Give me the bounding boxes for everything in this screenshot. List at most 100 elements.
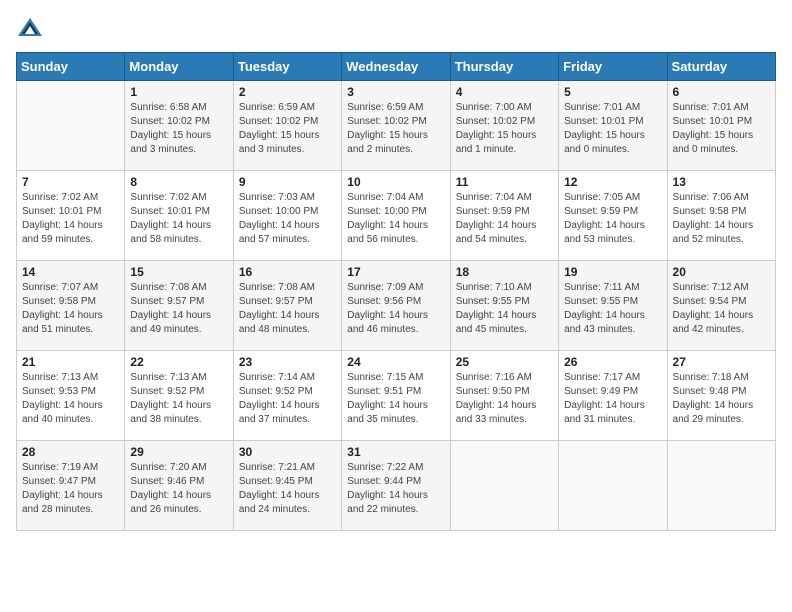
calendar-cell: 18Sunrise: 7:10 AM Sunset: 9:55 PM Dayli… — [450, 261, 558, 351]
day-content: Sunrise: 7:09 AM Sunset: 9:56 PM Dayligh… — [347, 281, 444, 337]
calendar-cell: 31 Sunrise: 7:22 AM Sunset: 9:44 PM Dayli… — [342, 441, 450, 531]
calendar-cell — [450, 441, 558, 531]
day-content: Sunrise: 7:15 AM Sunset: 9:51 PM Dayligh… — [347, 371, 444, 427]
calendar-cell: 6 Sunrise: 7:01 AM Sunset: 10:01 PM Dayli… — [667, 81, 775, 171]
day-number: 17 — [347, 265, 444, 279]
calendar-cell: 28 Sunrise: 7:19 AM Sunset: 9:47 PM Dayli… — [17, 441, 125, 531]
day-number: 13 — [673, 175, 770, 189]
calendar-cell: 14Sunrise: 7:07 AM Sunset: 9:58 PM Dayli… — [17, 261, 125, 351]
calendar-cell: 26 Sunrise: 7:17 AM Sunset: 9:49 PM Dayli… — [559, 351, 667, 441]
day-content: Sunrise: 6:58 AM Sunset: 10:02 PM Daylig… — [130, 101, 227, 157]
day-content: Sunrise: 6:59 AM Sunset: 10:02 PM Daylig… — [239, 101, 336, 157]
day-content: Sunrise: 6:59 AM Sunset: 10:02 PM Daylig… — [347, 101, 444, 157]
day-number: 7 — [22, 175, 119, 189]
day-number: 5 — [564, 85, 661, 99]
calendar-cell: 4 Sunrise: 7:00 AM Sunset: 10:02 PM Dayli… — [450, 81, 558, 171]
day-content: Sunrise: 7:08 AM Sunset: 9:57 PM Dayligh… — [130, 281, 227, 337]
calendar-cell: 1Sunrise: 6:58 AM Sunset: 10:02 PM Dayli… — [125, 81, 233, 171]
calendar-table: SundayMondayTuesdayWednesdayThursdayFrid… — [16, 52, 776, 531]
day-content: Sunrise: 7:20 AM Sunset: 9:46 PM Dayligh… — [130, 461, 227, 517]
day-content: Sunrise: 7:05 AM Sunset: 9:59 PM Dayligh… — [564, 191, 661, 247]
weekday-header: Saturday — [667, 53, 775, 81]
calendar-cell: 9 Sunrise: 7:03 AM Sunset: 10:00 PM Dayli… — [233, 171, 341, 261]
day-content: Sunrise: 7:01 AM Sunset: 10:01 PM Daylig… — [564, 101, 661, 157]
weekday-header: Monday — [125, 53, 233, 81]
day-content: Sunrise: 7:22 AM Sunset: 9:44 PM Dayligh… — [347, 461, 444, 517]
day-content: Sunrise: 7:02 AM Sunset: 10:01 PM Daylig… — [130, 191, 227, 247]
day-number: 12 — [564, 175, 661, 189]
day-content: Sunrise: 7:06 AM Sunset: 9:58 PM Dayligh… — [673, 191, 770, 247]
day-content: Sunrise: 7:21 AM Sunset: 9:45 PM Dayligh… — [239, 461, 336, 517]
day-content: Sunrise: 7:13 AM Sunset: 9:53 PM Dayligh… — [22, 371, 119, 427]
calendar-cell: 8Sunrise: 7:02 AM Sunset: 10:01 PM Dayli… — [125, 171, 233, 261]
calendar-cell: 10 Sunrise: 7:04 AM Sunset: 10:00 PM Dayl… — [342, 171, 450, 261]
calendar-cell: 15 Sunrise: 7:08 AM Sunset: 9:57 PM Dayli… — [125, 261, 233, 351]
day-number: 18 — [456, 265, 553, 279]
day-content: Sunrise: 7:16 AM Sunset: 9:50 PM Dayligh… — [456, 371, 553, 427]
calendar-cell: 27 Sunrise: 7:18 AM Sunset: 9:48 PM Dayli… — [667, 351, 775, 441]
day-number: 24 — [347, 355, 444, 369]
calendar-cell: 3 Sunrise: 6:59 AM Sunset: 10:02 PM Dayli… — [342, 81, 450, 171]
day-number: 10 — [347, 175, 444, 189]
calendar-body: 1Sunrise: 6:58 AM Sunset: 10:02 PM Dayli… — [17, 81, 776, 531]
calendar-cell: 13 Sunrise: 7:06 AM Sunset: 9:58 PM Dayli… — [667, 171, 775, 261]
calendar-cell: 16 Sunrise: 7:08 AM Sunset: 9:57 PM Dayli… — [233, 261, 341, 351]
day-number: 26 — [564, 355, 661, 369]
page-header — [16, 16, 776, 44]
weekday-header: Thursday — [450, 53, 558, 81]
calendar-cell: 29 Sunrise: 7:20 AM Sunset: 9:46 PM Dayli… — [125, 441, 233, 531]
day-number: 30 — [239, 445, 336, 459]
calendar-cell: 24 Sunrise: 7:15 AM Sunset: 9:51 PM Dayli… — [342, 351, 450, 441]
day-number: 20 — [673, 265, 770, 279]
calendar-week-row: 21 Sunrise: 7:13 AM Sunset: 9:53 PM Dayli… — [17, 351, 776, 441]
day-number: 27 — [673, 355, 770, 369]
day-content: Sunrise: 7:18 AM Sunset: 9:48 PM Dayligh… — [673, 371, 770, 427]
calendar-cell: 22 Sunrise: 7:13 AM Sunset: 9:52 PM Dayli… — [125, 351, 233, 441]
day-content: Sunrise: 7:04 AM Sunset: 10:00 PM Daylig… — [347, 191, 444, 247]
weekday-header: Sunday — [17, 53, 125, 81]
day-number: 3 — [347, 85, 444, 99]
calendar-week-row: 28 Sunrise: 7:19 AM Sunset: 9:47 PM Dayli… — [17, 441, 776, 531]
day-content: Sunrise: 7:08 AM Sunset: 9:57 PM Dayligh… — [239, 281, 336, 337]
calendar-cell — [559, 441, 667, 531]
calendar-cell: 2 Sunrise: 6:59 AM Sunset: 10:02 PM Dayli… — [233, 81, 341, 171]
day-number: 4 — [456, 85, 553, 99]
day-content: Sunrise: 7:00 AM Sunset: 10:02 PM Daylig… — [456, 101, 553, 157]
day-content: Sunrise: 7:17 AM Sunset: 9:49 PM Dayligh… — [564, 371, 661, 427]
day-number: 23 — [239, 355, 336, 369]
logo-icon — [16, 16, 44, 44]
day-number: 2 — [239, 85, 336, 99]
day-number: 15 — [130, 265, 227, 279]
day-content: Sunrise: 7:03 AM Sunset: 10:00 PM Daylig… — [239, 191, 336, 247]
day-number: 16 — [239, 265, 336, 279]
day-number: 21 — [22, 355, 119, 369]
weekday-header: Friday — [559, 53, 667, 81]
day-number: 6 — [673, 85, 770, 99]
day-number: 28 — [22, 445, 119, 459]
day-number: 11 — [456, 175, 553, 189]
calendar-cell — [667, 441, 775, 531]
day-number: 22 — [130, 355, 227, 369]
day-content: Sunrise: 7:04 AM Sunset: 9:59 PM Dayligh… — [456, 191, 553, 247]
calendar-week-row: 7 Sunrise: 7:02 AM Sunset: 10:01 PM Dayli… — [17, 171, 776, 261]
calendar-week-row: 14Sunrise: 7:07 AM Sunset: 9:58 PM Dayli… — [17, 261, 776, 351]
day-content: Sunrise: 7:01 AM Sunset: 10:01 PM Daylig… — [673, 101, 770, 157]
calendar-cell: 20Sunrise: 7:12 AM Sunset: 9:54 PM Dayli… — [667, 261, 775, 351]
weekday-header: Wednesday — [342, 53, 450, 81]
calendar-cell: 7 Sunrise: 7:02 AM Sunset: 10:01 PM Dayli… — [17, 171, 125, 261]
day-content: Sunrise: 7:19 AM Sunset: 9:47 PM Dayligh… — [22, 461, 119, 517]
weekday-header: Tuesday — [233, 53, 341, 81]
calendar-cell: 25Sunrise: 7:16 AM Sunset: 9:50 PM Dayli… — [450, 351, 558, 441]
calendar-cell: 5 Sunrise: 7:01 AM Sunset: 10:01 PM Dayli… — [559, 81, 667, 171]
calendar-cell: 11 Sunrise: 7:04 AM Sunset: 9:59 PM Dayli… — [450, 171, 558, 261]
day-content: Sunrise: 7:07 AM Sunset: 9:58 PM Dayligh… — [22, 281, 119, 337]
day-content: Sunrise: 7:11 AM Sunset: 9:55 PM Dayligh… — [564, 281, 661, 337]
day-number: 9 — [239, 175, 336, 189]
day-number: 31 — [347, 445, 444, 459]
logo — [16, 16, 48, 44]
day-content: Sunrise: 7:02 AM Sunset: 10:01 PM Daylig… — [22, 191, 119, 247]
calendar-cell — [17, 81, 125, 171]
day-number: 19 — [564, 265, 661, 279]
day-content: Sunrise: 7:13 AM Sunset: 9:52 PM Dayligh… — [130, 371, 227, 427]
day-number: 29 — [130, 445, 227, 459]
